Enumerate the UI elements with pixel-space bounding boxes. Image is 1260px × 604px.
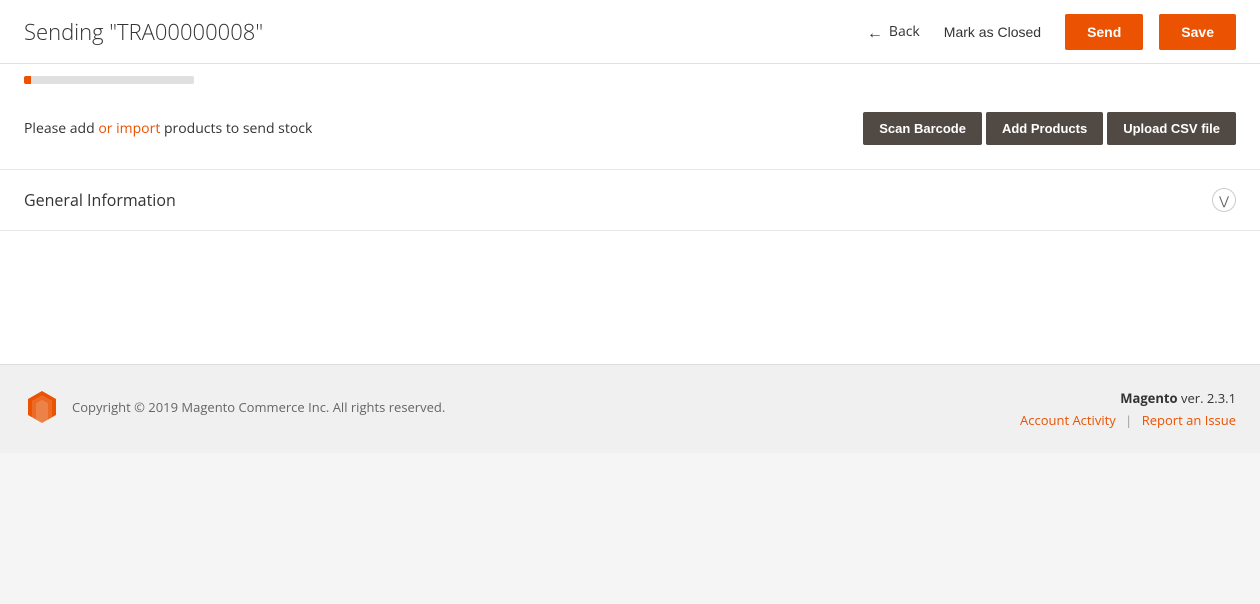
page-title: Sending "TRA00000008" bbox=[24, 17, 263, 47]
import-link[interactable]: or import bbox=[98, 119, 160, 138]
message-prefix: Please add bbox=[24, 119, 98, 138]
back-arrow-icon: ← bbox=[867, 21, 883, 43]
general-info-title: General Information bbox=[24, 189, 176, 211]
magento-logo-icon bbox=[24, 389, 60, 425]
collapse-icon[interactable]: ⋁ bbox=[1212, 188, 1236, 212]
header-actions: ← Back Mark as Closed Send Save bbox=[867, 14, 1236, 50]
back-label: Back bbox=[889, 22, 920, 41]
upload-csv-button[interactable]: Upload CSV file bbox=[1107, 112, 1236, 145]
footer-left: Copyright © 2019 Magento Commerce Inc. A… bbox=[24, 389, 445, 425]
general-info-section: General Information ⋁ bbox=[0, 170, 1260, 231]
footer-separator: | bbox=[1125, 411, 1132, 429]
progress-bar-container bbox=[24, 76, 194, 84]
main-content: Please add or import products to send st… bbox=[0, 64, 1260, 364]
footer-brand: Magento bbox=[1120, 389, 1177, 407]
scan-barcode-button[interactable]: Scan Barcode bbox=[863, 112, 982, 145]
page-footer: Copyright © 2019 Magento Commerce Inc. A… bbox=[0, 364, 1260, 453]
footer-right: Magento ver. 2.3.1 Account Activity | Re… bbox=[1020, 389, 1236, 429]
page-header: Sending "TRA00000008" ← Back Mark as Clo… bbox=[0, 0, 1260, 64]
save-button[interactable]: Save bbox=[1159, 14, 1236, 50]
account-activity-link[interactable]: Account Activity bbox=[1020, 411, 1116, 429]
add-products-button[interactable]: Add Products bbox=[986, 112, 1103, 145]
report-issue-link[interactable]: Report an Issue bbox=[1142, 411, 1236, 429]
progress-bar-fill bbox=[24, 76, 31, 84]
products-section: Please add or import products to send st… bbox=[0, 88, 1260, 170]
send-button[interactable]: Send bbox=[1065, 14, 1143, 50]
mark-as-closed-button[interactable]: Mark as Closed bbox=[936, 24, 1049, 40]
chevron-down-icon: ⋁ bbox=[1219, 192, 1229, 209]
progress-section bbox=[0, 64, 1260, 84]
footer-version: Magento ver. 2.3.1 bbox=[1020, 389, 1236, 407]
footer-version-number: ver. 2.3.1 bbox=[1181, 389, 1236, 407]
products-buttons: Scan Barcode Add Products Upload CSV fil… bbox=[863, 112, 1236, 145]
back-link[interactable]: ← Back bbox=[867, 21, 920, 43]
message-suffix: products to send stock bbox=[160, 119, 312, 138]
content-spacer bbox=[0, 231, 1260, 311]
footer-links: Account Activity | Report an Issue bbox=[1020, 411, 1236, 429]
footer-copyright: Copyright © 2019 Magento Commerce Inc. A… bbox=[72, 398, 445, 416]
products-message: Please add or import products to send st… bbox=[24, 119, 312, 138]
